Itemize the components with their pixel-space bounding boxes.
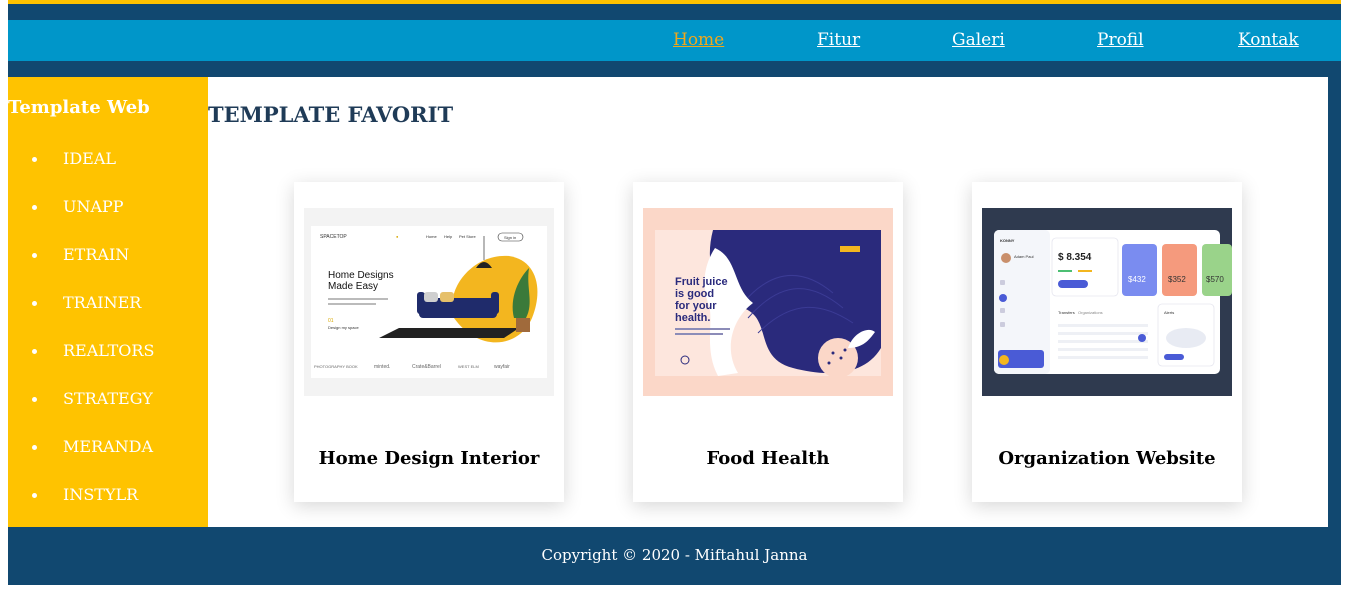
bullet-icon [32,493,37,498]
preview-brand: KONNY [1000,238,1015,243]
preview-partner-logo: wayfair [494,364,510,370]
preview-stat-label: Design my space [328,325,359,330]
preview-tab: Transfers [1058,310,1075,315]
template-card-home-design[interactable]: SPACETOP ● Home Help Pet Store Sign in H… [294,182,564,502]
preview-nav-item: Help [444,234,453,239]
preview-signin: Sign in [504,235,516,240]
preview-stat: $570 [1206,275,1224,284]
preview-headline: health. [675,312,710,324]
sidebar-link[interactable]: INSTYLR [63,485,138,504]
nav-link-home[interactable]: Home [673,30,724,50]
sidebar-link[interactable]: ETRAIN [63,245,129,264]
footer: Copyright © 2020 - Miftahul Janna [8,527,1341,585]
template-card-title: Organization Website [998,448,1216,469]
template-card-title: Food Health [706,448,830,469]
bullet-icon [32,301,37,306]
preview-partner-logo: minted. [374,364,390,370]
preview-alerts: Alerts [1164,310,1174,315]
preview-headline: is good [675,288,714,300]
preview-tab: Organizations [1078,310,1103,315]
preview-headline: Made Easy [328,281,378,292]
bullet-icon [32,205,37,210]
preview-nav-item: Pet Store [459,234,476,239]
nav-link-profil[interactable]: Profil [1097,30,1144,50]
bullet-icon [32,397,37,402]
sidebar-link[interactable]: REALTORS [63,341,154,360]
preview-partner-logo: Crate&Barrel [412,364,441,370]
bullet-icon [32,253,37,258]
preview-headline: for your [675,300,717,312]
sidebar-link[interactable]: STRATEGY [63,389,153,408]
main-content: TEMPLATE FAVORIT SPACETOP ● Home Help Pe… [208,77,1328,527]
sidebar-link[interactable]: TRAINER [63,293,141,312]
template-card-organization[interactable]: KONNY Adam Paul $ 8.354 $432 $352 $570 T… [972,182,1242,502]
page-title: TEMPLATE FAVORIT [208,102,454,127]
preview-stat: $352 [1168,275,1186,284]
preview-stat: $432 [1128,275,1146,284]
nav-link-fitur[interactable]: Fitur [817,30,860,50]
preview-headline: Home Designs [328,270,394,281]
top-navbar: Home Fitur Galeri Profil Kontak [8,20,1341,61]
template-preview-image: SPACETOP ● Home Help Pet Store Sign in H… [304,208,554,396]
sidebar-link[interactable]: UNAPP [63,197,124,216]
preview-user: Adam Paul [1014,254,1034,259]
top-accent-stripe [8,0,1341,4]
template-card-food-health[interactable]: Fruit juice is good for your health. Foo… [633,182,903,502]
template-preview-image: KONNY Adam Paul $ 8.354 $432 $352 $570 T… [982,208,1232,396]
nav-link-galeri[interactable]: Galeri [952,30,1005,50]
template-card-title: Home Design Interior [318,448,540,469]
bullet-icon [32,157,37,162]
sidebar-title: Template Web [8,97,150,118]
preview-partner-logo: PHOTOGRAPHY BOOK [314,364,358,369]
nav-link-kontak[interactable]: Kontak [1238,30,1299,50]
bullet-icon [32,445,37,450]
preview-balance: $ 8.354 [1058,252,1092,263]
preview-nav-item: Home [426,234,437,239]
sidebar-link[interactable]: IDEAL [63,149,116,168]
preview-stat: 01 [328,318,334,324]
bullet-icon [32,349,37,354]
sidebar: Template Web IDEAL UNAPP ETRAIN TRAINER … [8,77,208,527]
preview-partner-logo: WEST ELM [458,364,479,369]
template-preview-image: Fruit juice is good for your health. [643,208,893,396]
sidebar-link[interactable]: MERANDA [63,437,153,456]
copyright-text: Copyright © 2020 - Miftahul Janna [541,546,808,564]
preview-brand: SPACETOP [320,234,347,240]
preview-headline: Fruit juice [675,276,728,288]
